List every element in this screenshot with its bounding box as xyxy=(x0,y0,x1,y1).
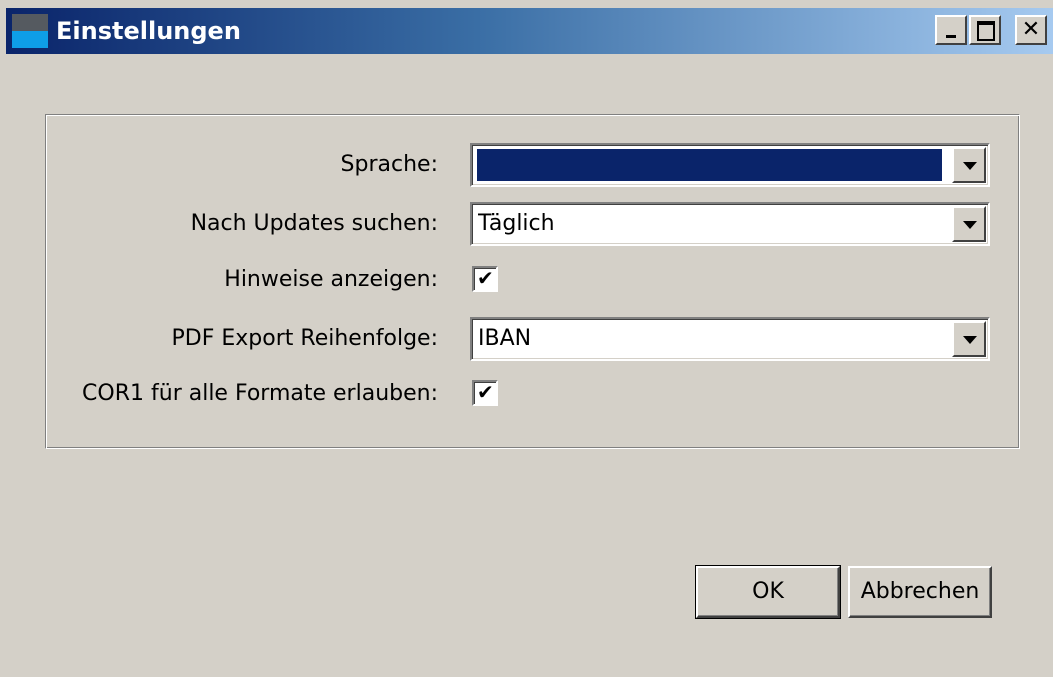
chevron-down-icon xyxy=(963,336,977,344)
update-check-select[interactable]: Täglich xyxy=(470,202,990,246)
minimize-icon xyxy=(946,35,956,38)
pdf-export-order-dropdown-button[interactable] xyxy=(952,321,986,357)
update-check-value: Täglich xyxy=(478,211,555,236)
update-check-label: Nach Updates suchen: xyxy=(190,211,438,236)
pdf-export-order-label: PDF Export Reihenfolge: xyxy=(171,326,438,351)
checkmark-icon: ✔ xyxy=(477,380,494,404)
maximize-button[interactable] xyxy=(969,15,1001,45)
checkmark-icon: ✔ xyxy=(477,266,494,290)
title-bar[interactable]: Einstellungen ✕ xyxy=(6,8,1053,54)
minimize-button[interactable] xyxy=(935,15,967,45)
show-hints-checkbox[interactable]: ✔ xyxy=(472,266,498,292)
language-dropdown-button[interactable] xyxy=(952,147,986,183)
app-icon xyxy=(12,14,48,48)
chevron-down-icon xyxy=(963,162,977,170)
window-title: Einstellungen xyxy=(56,17,241,45)
pdf-export-order-select[interactable]: IBAN xyxy=(470,317,990,361)
close-button[interactable]: ✕ xyxy=(1015,15,1047,45)
cor1-label: COR1 für alle Formate erlauben: xyxy=(82,381,438,406)
language-label: Sprache: xyxy=(340,152,438,177)
cor1-checkbox[interactable]: ✔ xyxy=(472,380,498,406)
chevron-down-icon xyxy=(963,221,977,229)
language-select[interactable] xyxy=(470,143,990,187)
cancel-button[interactable]: Abbrechen xyxy=(848,566,992,618)
language-value xyxy=(477,149,942,181)
show-hints-label: Hinweise anzeigen: xyxy=(224,267,438,292)
maximize-icon xyxy=(977,21,995,41)
pdf-export-order-value: IBAN xyxy=(478,326,532,351)
update-check-dropdown-button[interactable] xyxy=(952,206,986,242)
close-icon: ✕ xyxy=(1021,17,1041,42)
settings-dialog: Einstellungen ✕ Sprache: Nach Updates su… xyxy=(0,0,1053,677)
ok-button[interactable]: OK xyxy=(695,565,841,619)
